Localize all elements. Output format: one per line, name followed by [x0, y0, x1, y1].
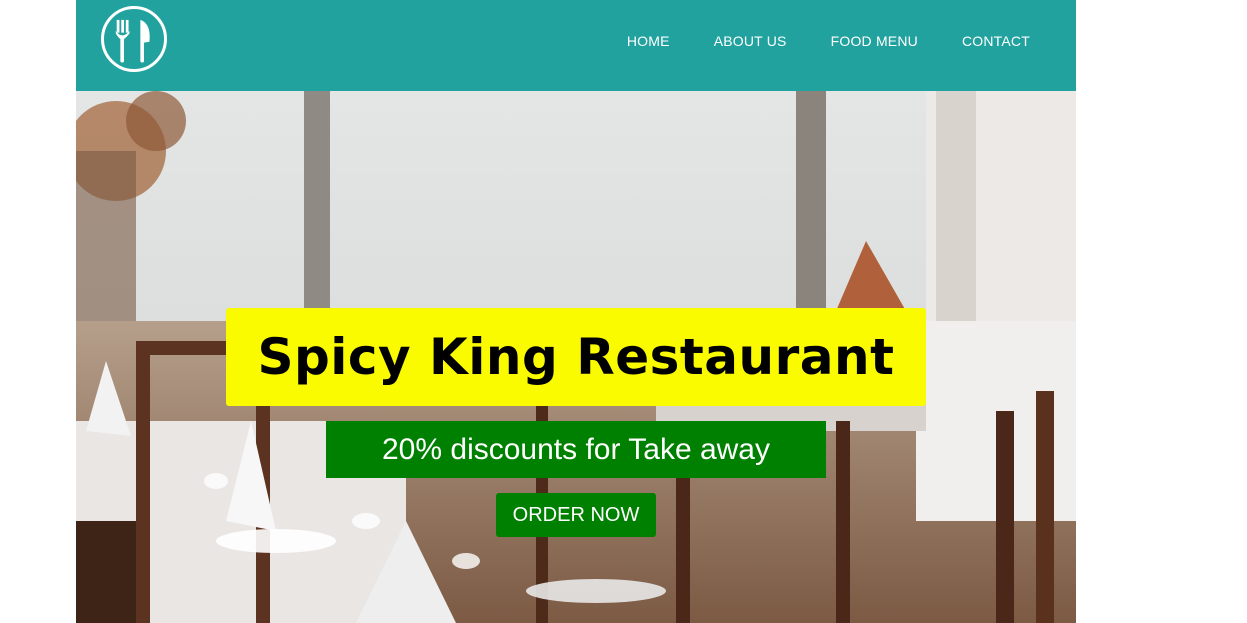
site-header: HOME ABOUT US FOOD MENU CONTACT	[76, 0, 1076, 91]
page: HOME ABOUT US FOOD MENU CONTACT Spicy Ki…	[76, 0, 1076, 623]
nav-food-menu[interactable]: FOOD MENU	[831, 32, 918, 50]
logo[interactable]	[101, 6, 167, 72]
hero-title-box: Spicy King Restaurant	[226, 308, 926, 406]
hero-title: Spicy King Restaurant	[257, 328, 895, 386]
order-now-button[interactable]: ORDER NOW	[496, 493, 656, 537]
hero-section: Spicy King Restaurant 20% discounts for …	[76, 91, 1076, 623]
main-nav: HOME ABOUT US FOOD MENU CONTACT	[583, 32, 1030, 50]
nav-home[interactable]: HOME	[627, 32, 670, 50]
nav-contact[interactable]: CONTACT	[962, 32, 1030, 50]
nav-about-us[interactable]: ABOUT US	[714, 32, 787, 50]
promo-banner: 20% discounts for Take away	[326, 421, 826, 478]
fork-knife-icon	[115, 19, 150, 63]
promo-text: 20% discounts for Take away	[382, 432, 770, 466]
